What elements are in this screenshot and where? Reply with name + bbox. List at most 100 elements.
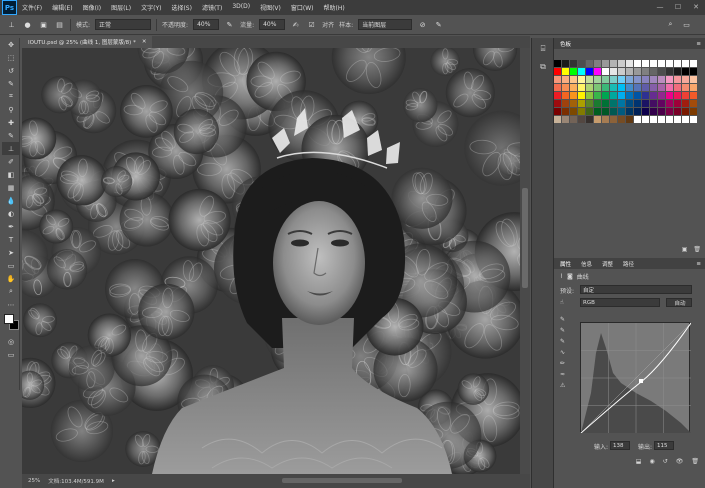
menu-item[interactable]: 滤镜(T) xyxy=(197,3,227,12)
swatch[interactable] xyxy=(594,116,601,123)
zoom-level[interactable]: 25% xyxy=(28,478,40,484)
swatch[interactable] xyxy=(658,60,665,67)
clone-stamp-tool-icon[interactable]: ⊥ xyxy=(2,142,20,155)
swatch[interactable] xyxy=(658,92,665,99)
swatch[interactable] xyxy=(674,100,681,107)
swatch[interactable] xyxy=(618,116,625,123)
swatch[interactable] xyxy=(570,116,577,123)
new-swatch-icon[interactable]: ▣ xyxy=(682,246,688,253)
swatch[interactable] xyxy=(602,84,609,91)
type-tool-icon[interactable]: T xyxy=(2,233,20,246)
brush-preset-icon[interactable]: ● xyxy=(22,19,33,30)
output-value[interactable]: 115 xyxy=(654,441,674,450)
swatch[interactable] xyxy=(586,116,593,123)
menu-item[interactable]: 文件(F) xyxy=(17,3,47,12)
swatch[interactable] xyxy=(674,84,681,91)
swatch[interactable] xyxy=(610,84,617,91)
swatch[interactable] xyxy=(554,76,561,83)
swatch[interactable] xyxy=(642,76,649,83)
horizontal-scrollbar[interactable] xyxy=(282,478,402,483)
swatch[interactable] xyxy=(682,84,689,91)
swatch[interactable] xyxy=(554,92,561,99)
swatch[interactable] xyxy=(658,76,665,83)
swatch[interactable] xyxy=(666,108,673,115)
swatch[interactable] xyxy=(578,60,585,67)
vertical-scrollbar[interactable] xyxy=(520,48,530,474)
brush-tool-icon[interactable]: ✎ xyxy=(2,129,20,142)
menu-item[interactable]: 图像(I) xyxy=(78,3,106,12)
swatch[interactable] xyxy=(554,116,561,123)
swatch[interactable] xyxy=(634,92,641,99)
swatch[interactable] xyxy=(602,92,609,99)
swatch[interactable] xyxy=(586,100,593,107)
delete-swatch-icon[interactable]: 🗑 xyxy=(693,246,701,253)
swatch[interactable] xyxy=(578,92,585,99)
swatch[interactable] xyxy=(626,108,633,115)
zoom-tool-icon[interactable]: ⌕ xyxy=(2,285,20,298)
swatch[interactable] xyxy=(682,60,689,67)
swatch[interactable] xyxy=(618,108,625,115)
swatch[interactable] xyxy=(690,84,697,91)
swatch[interactable] xyxy=(586,60,593,67)
swatch[interactable] xyxy=(690,92,697,99)
swatch[interactable] xyxy=(650,100,657,107)
menu-item[interactable]: 帮助(H) xyxy=(319,3,350,12)
swatch[interactable] xyxy=(602,68,609,75)
canvas[interactable] xyxy=(22,48,520,474)
crop-tool-icon[interactable]: ⌗ xyxy=(2,90,20,103)
swatch[interactable] xyxy=(610,116,617,123)
clipping-warning-icon[interactable]: ⚠ xyxy=(560,382,565,389)
swatch[interactable] xyxy=(682,76,689,83)
swatch[interactable] xyxy=(586,76,593,83)
black-point-icon[interactable]: ✎ xyxy=(560,316,565,323)
swatch[interactable] xyxy=(658,108,665,115)
swatch[interactable] xyxy=(578,84,585,91)
align-checkbox-icon[interactable]: ☑ xyxy=(306,19,317,30)
marquee-tool-icon[interactable]: ⬚ xyxy=(2,51,20,64)
screen-mode-icon[interactable]: ▭ xyxy=(2,348,20,361)
close-icon[interactable]: ✕ xyxy=(691,2,701,12)
swatch[interactable] xyxy=(658,84,665,91)
menu-item[interactable]: 窗口(W) xyxy=(286,3,319,12)
swatch[interactable] xyxy=(642,100,649,107)
airbrush-icon[interactable]: ✍ xyxy=(290,19,301,30)
swatch[interactable] xyxy=(578,76,585,83)
swatch[interactable] xyxy=(570,92,577,99)
swatch[interactable] xyxy=(666,100,673,107)
swatch[interactable] xyxy=(570,68,577,75)
swatch[interactable] xyxy=(610,100,617,107)
tab-info[interactable]: 信息 xyxy=(579,260,594,268)
path-select-tool-icon[interactable]: ➤ xyxy=(2,246,20,259)
swatch[interactable] xyxy=(570,108,577,115)
history-brush-tool-icon[interactable]: ✐ xyxy=(2,155,20,168)
swatch[interactable] xyxy=(578,116,585,123)
swatch[interactable] xyxy=(618,92,625,99)
tool-presets-icon[interactable]: ⧉ xyxy=(535,60,551,74)
swatch[interactable] xyxy=(562,100,569,107)
swatch[interactable] xyxy=(690,108,697,115)
swatch[interactable] xyxy=(690,60,697,67)
swatch[interactable] xyxy=(650,68,657,75)
ignore-adjustment-icon[interactable]: ⊘ xyxy=(417,19,428,30)
swatch[interactable] xyxy=(690,116,697,123)
swatch[interactable] xyxy=(594,92,601,99)
pencil-icon[interactable]: ✏ xyxy=(560,360,565,367)
swatch[interactable] xyxy=(554,100,561,107)
pressure-opacity-icon[interactable]: ✎ xyxy=(224,19,235,30)
swatch[interactable] xyxy=(666,116,673,123)
swatch[interactable] xyxy=(602,116,609,123)
close-tab-icon[interactable]: ✕ xyxy=(142,39,147,45)
swatch[interactable] xyxy=(578,100,585,107)
sample-select[interactable]: 当前图层 xyxy=(358,19,413,30)
curve-edit-icon[interactable]: ∿ xyxy=(560,349,565,356)
swatch[interactable] xyxy=(618,76,625,83)
menu-item[interactable]: 编辑(E) xyxy=(47,3,77,12)
swatch[interactable] xyxy=(554,84,561,91)
swatch[interactable] xyxy=(570,76,577,83)
foreground-color[interactable] xyxy=(4,314,14,324)
workspace-icon[interactable]: ▭ xyxy=(681,19,692,30)
swatch[interactable] xyxy=(626,116,633,123)
swatch[interactable] xyxy=(594,100,601,107)
swatch[interactable] xyxy=(570,100,577,107)
swatch[interactable] xyxy=(682,68,689,75)
